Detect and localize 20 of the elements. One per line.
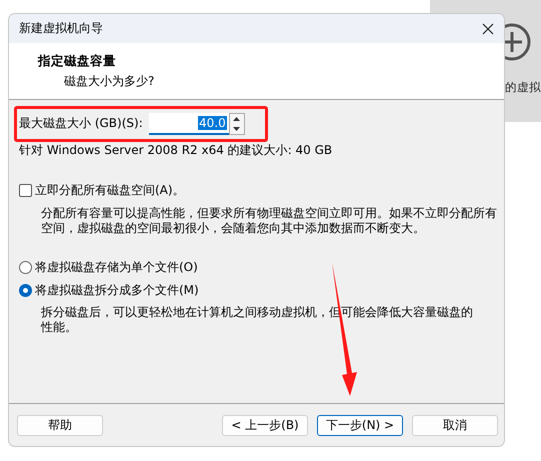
radio-button[interactable] <box>19 261 32 274</box>
page-subtitle: 磁盘大小为多少? <box>63 72 156 90</box>
checkbox[interactable] <box>19 184 32 197</box>
close-icon[interactable] <box>482 22 494 34</box>
field-label: 最大磁盘大小 (GB)(S): <box>19 115 143 132</box>
help-button[interactable]: 帮助 <box>17 414 103 436</box>
window-title: 新建虚拟机向导 <box>19 20 103 37</box>
background-label: 的虚拟 <box>505 80 541 95</box>
spin-buttons[interactable] <box>228 112 245 134</box>
wizard-button[interactable]: < 上一步(B) <box>222 414 308 436</box>
wizard-button[interactable]: 下一步(N) > <box>317 414 403 436</box>
radio-label[interactable]: 将虚拟磁盘拆分成多个文件(M) <box>35 282 199 299</box>
checkbox-label[interactable]: 立即分配所有磁盘空间(A)。 <box>35 182 185 199</box>
recommendation-text: 针对 Windows Server 2008 R2 x64 的建议大小: 40 GB <box>19 142 334 159</box>
wizard-button[interactable]: 取消 <box>412 414 498 436</box>
radio-button[interactable] <box>19 284 32 297</box>
page-title: 指定磁盘容量 <box>38 52 117 70</box>
disk-size-field[interactable]: 40.0 <box>148 112 229 134</box>
radio-label[interactable]: 将虚拟磁盘存储为单个文件(O) <box>35 259 198 276</box>
description-text: 分配所有容量可以提高性能，但要求所有物理磁盘空间立即可用。如果不立即分配所有空间，虚拟磁盘的空间最初很小，会随着您向其中添加数据而不断变大。 <box>41 206 497 236</box>
